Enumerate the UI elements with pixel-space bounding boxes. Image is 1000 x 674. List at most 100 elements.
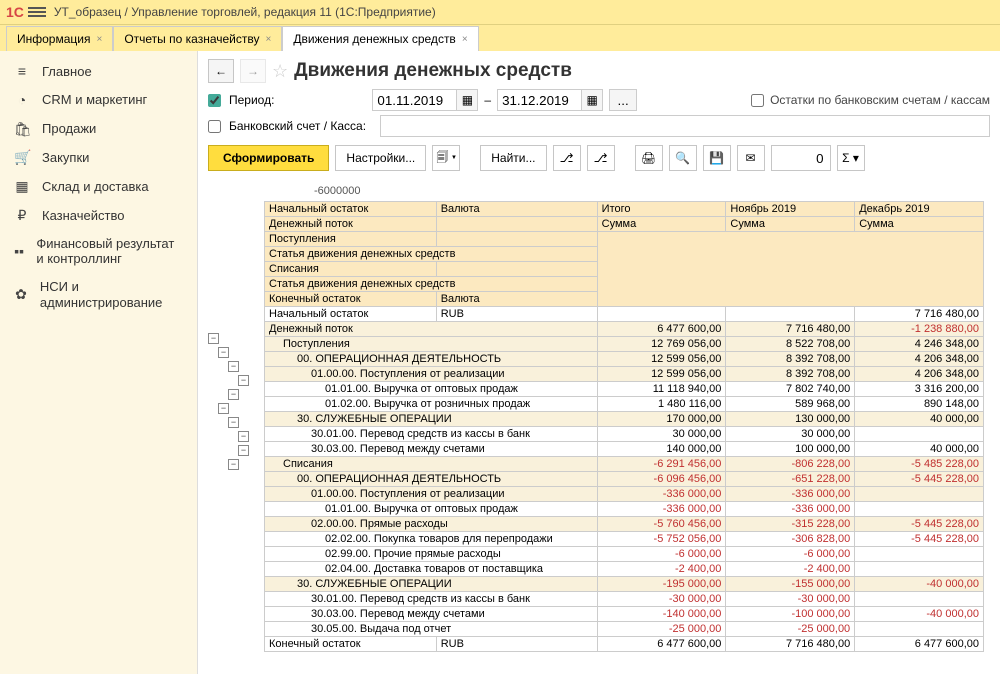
expand-toggle[interactable]: − <box>238 431 249 442</box>
balance-checkbox[interactable] <box>751 94 764 107</box>
calendar-icon[interactable]: ▦ <box>456 89 478 111</box>
period-select-button[interactable]: ... <box>609 89 637 111</box>
account-input[interactable] <box>380 115 990 137</box>
cell-total: -6 000,00 <box>597 547 726 562</box>
generate-button[interactable]: Сформировать <box>208 145 329 171</box>
cell-nov: -6 000,00 <box>726 547 855 562</box>
collapse-all-button[interactable]: ⎇ <box>587 145 615 171</box>
table-row[interactable]: 30.03.00. Перевод между счетами-140 000,… <box>265 607 984 622</box>
cell-name: 01.02.00. Выручка от розничных продаж <box>265 397 598 412</box>
expand-toggle[interactable]: − <box>218 403 229 414</box>
expand-all-button[interactable]: ⎇ <box>553 145 581 171</box>
period-checkbox[interactable] <box>208 94 221 107</box>
date-from-input[interactable] <box>372 89 462 111</box>
cell-nov: 7 716 480,00 <box>726 322 855 337</box>
print-button[interactable]: 🖨 <box>635 145 663 171</box>
expand-toggle[interactable]: − <box>228 361 239 372</box>
favorite-icon[interactable]: ☆ <box>272 61 288 82</box>
menu-burger-icon[interactable] <box>28 7 46 17</box>
cell-dec: 3 316 200,00 <box>855 382 984 397</box>
logo-1c: 1C <box>6 4 24 20</box>
account-checkbox[interactable] <box>208 120 221 133</box>
close-icon[interactable]: × <box>265 34 271 45</box>
period-label: Период: <box>229 93 274 107</box>
table-row[interactable]: 30. СЛУЖЕБНЫЕ ОПЕРАЦИИ170 000,00130 000,… <box>265 412 984 427</box>
table-row[interactable]: Конечный остатокRUB6 477 600,007 716 480… <box>265 637 984 652</box>
grid-header: Сумма <box>855 217 984 232</box>
table-row[interactable]: 30. СЛУЖЕБНЫЕ ОПЕРАЦИИ-195 000,00-155 00… <box>265 577 984 592</box>
cell-name: 01.01.00. Выручка от оптовых продаж <box>265 502 598 517</box>
tab-reports[interactable]: Отчеты по казначейству× <box>113 26 282 51</box>
copy-button[interactable]: 🗐 ▾ <box>432 145 460 171</box>
sidebar-item-finance[interactable]: ▪▪Финансовый результат и контроллинг <box>0 230 197 273</box>
calendar-icon[interactable]: ▦ <box>581 89 603 111</box>
table-row[interactable]: 02.99.00. Прочие прямые расходы-6 000,00… <box>265 547 984 562</box>
table-row[interactable]: 01.02.00. Выручка от розничных продаж1 4… <box>265 397 984 412</box>
email-button[interactable]: ✉ <box>737 145 765 171</box>
table-row[interactable]: 30.01.00. Перевод средств из кассы в бан… <box>265 427 984 442</box>
cell-nov: -336 000,00 <box>726 502 855 517</box>
table-row[interactable]: 01.01.00. Выручка от оптовых продаж -336 … <box>265 502 984 517</box>
table-row[interactable]: 01.00.00. Поступления от реализации-336 … <box>265 487 984 502</box>
table-row[interactable]: 01.01.00. Выручка от оптовых продаж11 11… <box>265 382 984 397</box>
table-row[interactable]: 02.04.00. Доставка товаров от поставщика… <box>265 562 984 577</box>
sigma-button[interactable]: Σ ▾ <box>837 145 865 171</box>
cell-total: -336 000,00 <box>597 487 726 502</box>
expand-toggle[interactable]: − <box>228 459 239 470</box>
table-row[interactable]: 30.03.00. Перевод между счетами140 000,0… <box>265 442 984 457</box>
cell-dec <box>855 427 984 442</box>
close-icon[interactable]: × <box>462 34 468 45</box>
sidebar-item-main[interactable]: ≡Главное <box>0 57 197 86</box>
table-row[interactable]: 30.01.00. Перевод средств из кассы в бан… <box>265 592 984 607</box>
cell-nov <box>726 307 855 322</box>
expand-toggle[interactable]: − <box>228 389 239 400</box>
cell-dec: 7 716 480,00 <box>855 307 984 322</box>
cell-dec: -5 445 228,00 <box>855 532 984 547</box>
table-row[interactable]: 01.00.00. Поступления от реализации12 59… <box>265 367 984 382</box>
sidebar-item-warehouse[interactable]: ▦Склад и доставка <box>0 172 197 201</box>
save-button[interactable]: 💾 <box>703 145 731 171</box>
bag-icon: 🛍 <box>14 121 30 138</box>
cell-total: 12 599 056,00 <box>597 352 726 367</box>
cell-name: 00. ОПЕРАЦИОННАЯ ДЕЯТЕЛЬНОСТЬ <box>265 352 598 367</box>
expand-toggle[interactable]: − <box>208 333 219 344</box>
cell-nov: -336 000,00 <box>726 487 855 502</box>
cell-name: 02.02.00. Покупка товаров для перепродаж… <box>265 532 598 547</box>
back-button[interactable]: ← <box>208 59 234 83</box>
preview-button[interactable]: 🔍 <box>669 145 697 171</box>
expand-toggle[interactable]: − <box>238 445 249 456</box>
forward-button[interactable]: → <box>240 59 266 83</box>
table-row[interactable]: Списания-6 291 456,00-806 228,00-5 485 2… <box>265 457 984 472</box>
cell-name: 02.00.00. Прямые расходы <box>265 517 598 532</box>
table-row[interactable]: 00. ОПЕРАЦИОННАЯ ДЕЯТЕЛЬНОСТЬ12 599 056,… <box>265 352 984 367</box>
zero-input[interactable] <box>771 145 831 171</box>
sidebar-item-purchases[interactable]: 🛒Закупки <box>0 143 197 172</box>
settings-button[interactable]: Настройки... <box>335 145 426 171</box>
cell-name: 30.03.00. Перевод между счетами <box>265 607 598 622</box>
sidebar-item-admin[interactable]: ✿НСИ и администрирование <box>0 273 197 316</box>
cell-dec: 40 000,00 <box>855 412 984 427</box>
sidebar-item-treasury[interactable]: ₽Казначейство <box>0 201 197 230</box>
table-row[interactable]: 02.02.00. Покупка товаров для перепродаж… <box>265 532 984 547</box>
tab-label: Информация <box>17 32 90 46</box>
cell-name: 30.01.00. Перевод средств из кассы в бан… <box>265 592 598 607</box>
tab-info[interactable]: Информация × <box>6 26 113 51</box>
expand-toggle[interactable]: − <box>228 417 239 428</box>
table-row[interactable]: Начальный остатокRUB7 716 480,00 <box>265 307 984 322</box>
date-to-input[interactable] <box>497 89 587 111</box>
find-button[interactable]: Найти... <box>480 145 546 171</box>
title-bar: 1C УТ_образец / Управление торговлей, ре… <box>0 0 1000 25</box>
tab-cashflow[interactable]: Движения денежных средств × <box>282 26 478 51</box>
sidebar-item-sales[interactable]: 🛍Продажи <box>0 115 197 144</box>
cell-name: 30.05.00. Выдача под отчет <box>265 622 598 637</box>
table-row[interactable]: 00. ОПЕРАЦИОННАЯ ДЕЯТЕЛЬНОСТЬ-6 096 456,… <box>265 472 984 487</box>
table-row[interactable]: Денежный поток6 477 600,007 716 480,00-1… <box>265 322 984 337</box>
sidebar-item-crm[interactable]: ◔CRM и маркетинг <box>0 86 197 115</box>
tab-label: Движения денежных средств <box>293 32 455 46</box>
expand-toggle[interactable]: − <box>218 347 229 358</box>
close-icon[interactable]: × <box>96 34 102 45</box>
table-row[interactable]: Поступления12 769 056,008 522 708,004 24… <box>265 337 984 352</box>
table-row[interactable]: 30.05.00. Выдача под отчет-25 000,00-25 … <box>265 622 984 637</box>
table-row[interactable]: 02.00.00. Прямые расходы-5 760 456,00-31… <box>265 517 984 532</box>
expand-toggle[interactable]: − <box>238 375 249 386</box>
